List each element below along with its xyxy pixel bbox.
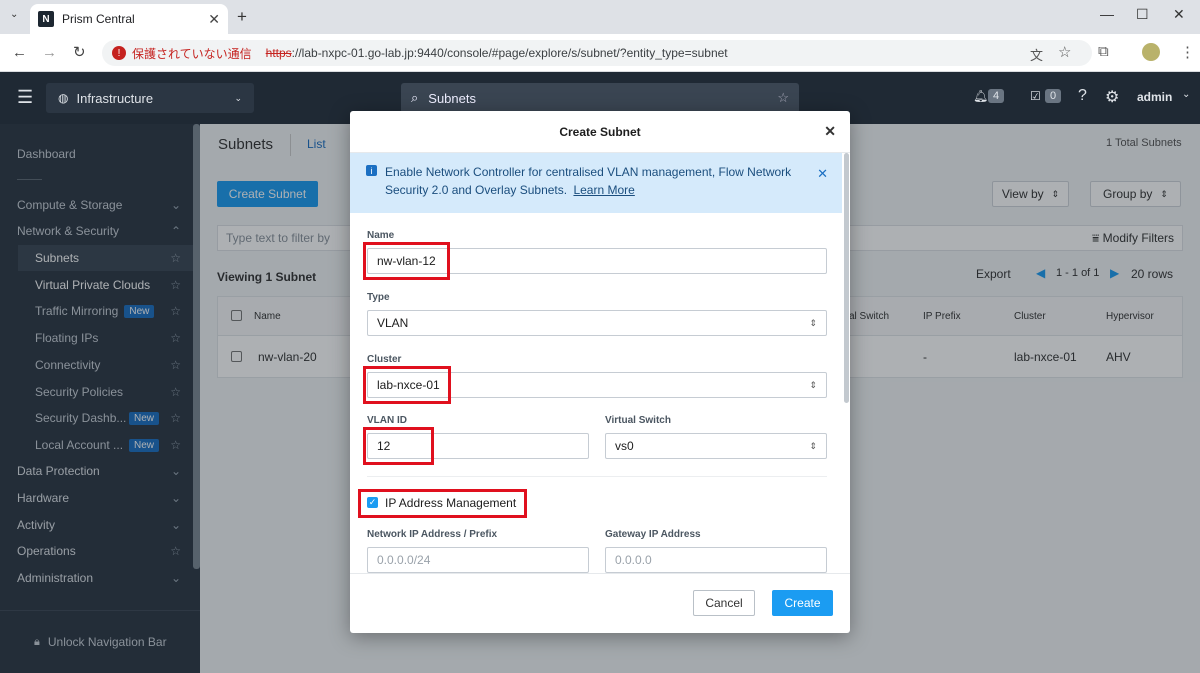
network-ip-label: Network IP Address / Prefix — [367, 529, 498, 540]
user-menu[interactable]: admin — [1137, 90, 1172, 104]
network-ip-placeholder: 0.0.0.0/24 — [377, 553, 431, 567]
info-banner: i Enable Network Controller for centrali… — [350, 153, 842, 213]
select-caret-icon: ⇕ — [809, 440, 817, 451]
maximize-icon[interactable]: ☐ — [1136, 6, 1149, 23]
browser-tab[interactable]: N Prism Central ✕ — [30, 4, 228, 34]
highlight-box — [358, 489, 527, 518]
nutanix-favicon-icon: N — [38, 11, 54, 27]
global-search[interactable]: ⌕ Subnets ☆ — [401, 83, 799, 113]
bookmark-star-icon[interactable]: ☆ — [1058, 43, 1071, 61]
window-close-icon[interactable]: ✕ — [1173, 6, 1185, 23]
dialog-header: Create Subnet ✕ — [350, 111, 850, 153]
dialog-footer-divider — [350, 573, 850, 574]
network-ip-input[interactable]: 0.0.0.0/24 — [367, 547, 589, 573]
user-chevron-icon[interactable]: ⌄ — [1182, 89, 1190, 100]
warning-icon: ! — [112, 46, 126, 60]
highlight-box — [363, 366, 451, 404]
tab-title: Prism Central — [62, 12, 135, 26]
highlight-box — [363, 242, 450, 280]
tasks-icon[interactable]: ☑ — [1030, 89, 1041, 103]
virtual-switch-value: vs0 — [615, 439, 634, 453]
dialog-title: Create Subnet — [559, 124, 641, 139]
tab-close-icon[interactable]: ✕ — [208, 11, 220, 28]
alerts-bell-icon[interactable]: 🔔︎ — [973, 89, 988, 103]
create-button[interactable]: Create — [772, 590, 833, 616]
vlan-id-label: VLAN ID — [367, 415, 407, 426]
browser-tab-strip: ⌄ N Prism Central ✕ + — ☐ ✕ — [0, 0, 1200, 34]
select-caret-icon: ⇕ — [809, 317, 817, 328]
url-protocol: https — [265, 46, 292, 60]
tasks-count[interactable]: 0 — [1045, 89, 1062, 103]
globe-icon: ◍ — [58, 91, 69, 105]
reload-icon[interactable]: ↻ — [73, 43, 86, 61]
context-label: Infrastructure — [76, 90, 154, 106]
type-value: VLAN — [377, 316, 409, 330]
type-select[interactable]: VLAN ⇕ — [367, 310, 827, 336]
select-caret-icon: ⇕ — [809, 379, 817, 390]
learn-more-link[interactable]: Learn More — [573, 183, 634, 197]
type-label: Type — [367, 292, 390, 303]
gateway-ip-input[interactable]: 0.0.0.0 — [605, 547, 827, 573]
context-selector[interactable]: ◍ Infrastructure ⌄ — [46, 83, 254, 113]
search-value: Subnets — [428, 90, 476, 106]
highlight-box — [363, 427, 434, 465]
divider — [367, 476, 827, 477]
chevron-down-icon: ⌄ — [234, 92, 242, 103]
virtual-switch-select[interactable]: vs0 ⇕ — [605, 433, 827, 459]
url-text: ://lab-nxpc-01.go-lab.jp:9440/console/#p… — [291, 46, 728, 60]
search-icon: ⌕ — [411, 90, 419, 105]
help-icon[interactable]: ? — [1078, 87, 1087, 105]
profile-avatar[interactable] — [1142, 43, 1160, 61]
gateway-ip-label: Gateway IP Address — [605, 529, 701, 540]
gateway-ip-placeholder: 0.0.0.0 — [615, 553, 652, 567]
translate-icon[interactable]: 文 — [1030, 45, 1043, 64]
address-bar[interactable]: ! 保護されていない通信 https ://lab-nxpc-01.go-lab.… — [102, 40, 1092, 66]
cancel-button[interactable]: Cancel — [693, 590, 755, 616]
hamburger-menu-icon[interactable]: ☰ — [17, 87, 33, 108]
security-warning[interactable]: ! 保護されていない通信 — [112, 45, 252, 62]
minimize-icon[interactable]: — — [1100, 6, 1114, 22]
tab-search-icon[interactable]: ⌄ — [10, 9, 18, 20]
create-subnet-dialog: Create Subnet ✕ i Enable Network Control… — [350, 111, 850, 633]
info-icon: i — [366, 165, 377, 176]
back-icon[interactable]: ← — [12, 44, 27, 61]
dialog-close-icon[interactable]: ✕ — [824, 123, 836, 140]
banner-close-icon[interactable]: ✕ — [817, 165, 828, 183]
dialog-scrollbar[interactable] — [844, 153, 849, 403]
new-tab-icon[interactable]: + — [237, 7, 247, 27]
virtual-switch-label: Virtual Switch — [605, 415, 671, 426]
browser-menu-icon[interactable]: ⋮ — [1180, 43, 1195, 61]
security-warning-text: 保護されていない通信 — [132, 46, 252, 61]
extensions-icon[interactable]: ⧉ — [1098, 43, 1109, 60]
search-star-icon[interactable]: ☆ — [777, 90, 789, 106]
cluster-label: Cluster — [367, 354, 402, 365]
settings-gear-icon[interactable]: ⚙ — [1105, 87, 1119, 107]
name-label: Name — [367, 230, 395, 241]
alerts-count[interactable]: 4 — [988, 89, 1005, 103]
browser-toolbar: ← → ↻ ! 保護されていない通信 https ://lab-nxpc-01.g… — [0, 34, 1200, 72]
forward-icon[interactable]: → — [42, 44, 57, 61]
